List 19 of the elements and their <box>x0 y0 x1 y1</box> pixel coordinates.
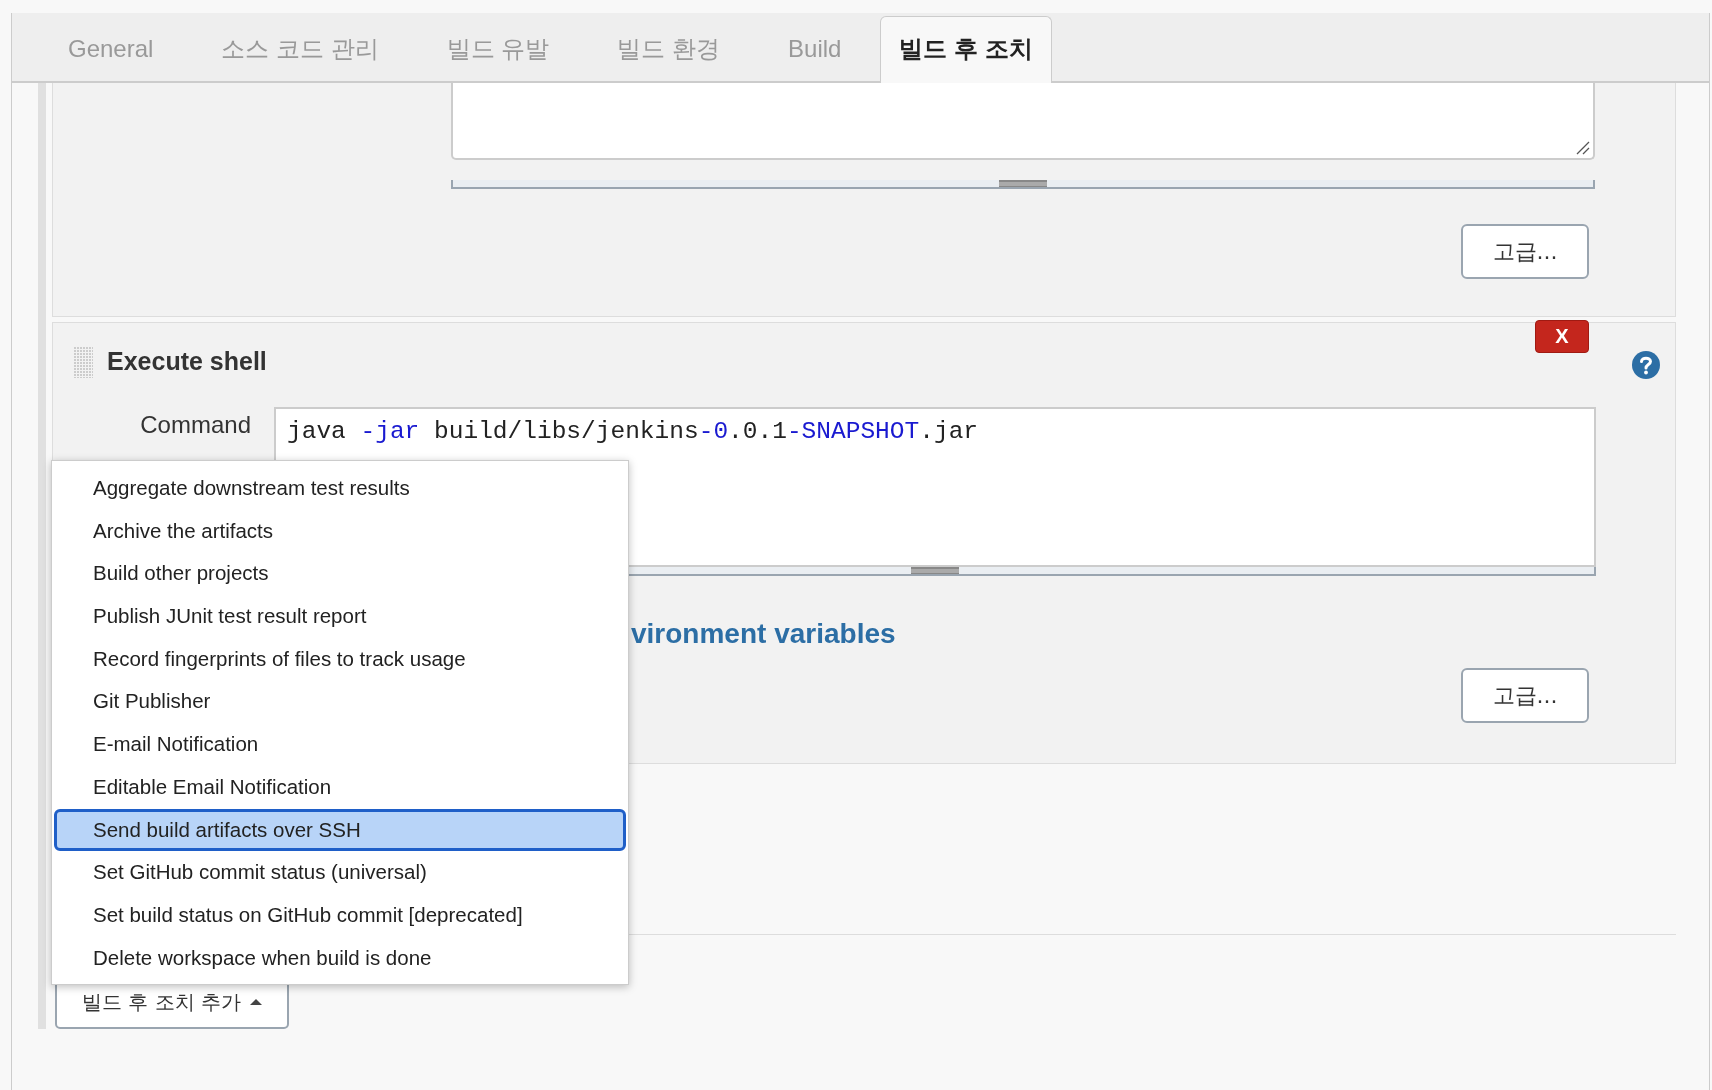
command-label: Command <box>139 411 251 439</box>
menu-item[interactable]: E-mail Notification <box>52 723 628 766</box>
tab[interactable]: 빌드 후 조치 <box>880 16 1052 83</box>
menu-item[interactable]: Set build status on GitHub commit [deprecated] <box>52 893 628 937</box>
section-title: Execute shell <box>107 347 267 376</box>
resize-grip-icon[interactable] <box>1576 141 1590 155</box>
menu-item[interactable]: Editable Email Notification <box>52 765 628 809</box>
menu-item[interactable]: Set GitHub commit status (universal) <box>52 851 628 894</box>
menu-item[interactable]: Record fingerprints of files to track usage <box>52 637 628 681</box>
help-icon[interactable] <box>1631 350 1661 380</box>
advanced-button[interactable]: 고급... <box>1461 224 1589 279</box>
resize-bar[interactable] <box>451 180 1595 189</box>
drag-handle-icon[interactable] <box>73 346 93 378</box>
menu-item[interactable]: Git Publisher <box>52 680 628 724</box>
menu-item[interactable]: Send build artifacts over SSH <box>54 808 626 852</box>
environment-variables-link[interactable]: vironment variables <box>631 618 896 649</box>
menu-item[interactable]: Publish JUnit test result report <box>52 595 628 638</box>
advanced-button[interactable]: 고급... <box>1461 668 1589 723</box>
delete-button[interactable]: X <box>1535 320 1589 353</box>
